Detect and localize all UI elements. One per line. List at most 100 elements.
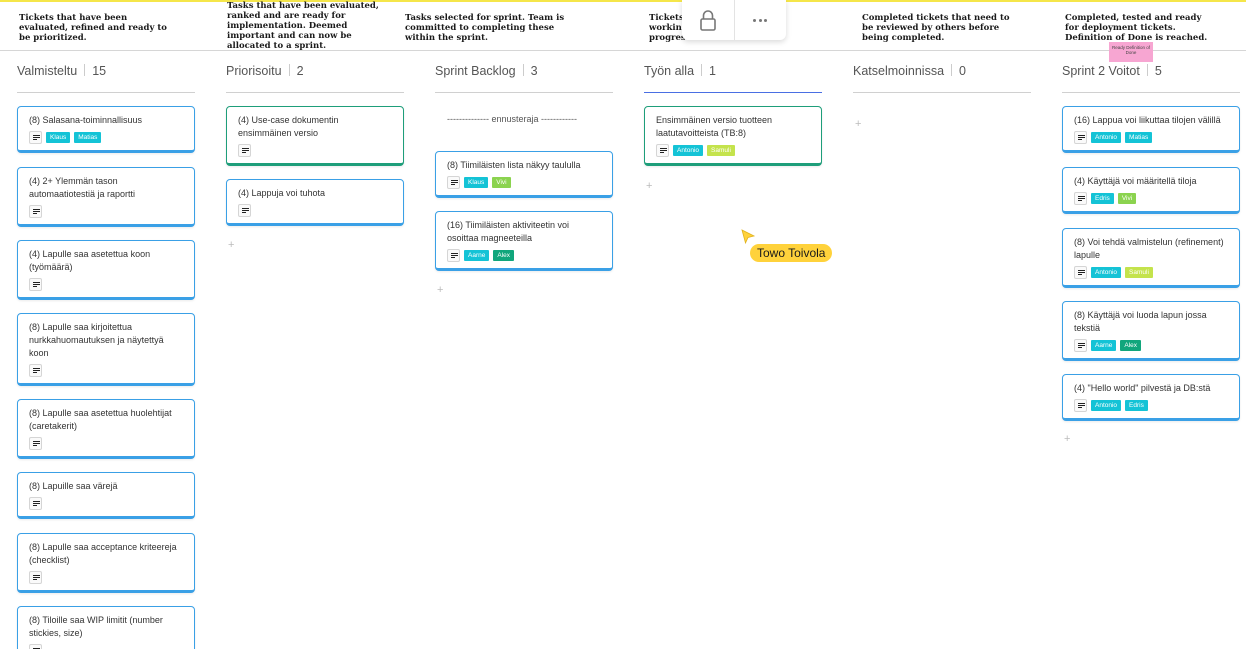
ticket-card[interactable]: (8) Lapulle saa asetettua huolehtijat (c… (17, 399, 195, 459)
ticket-title: (4) Käyttäjä voi määritellä tiloja (1074, 176, 1197, 186)
column-count: 3 (530, 64, 538, 78)
column-header[interactable]: Sprint 2 Voitot 5 (1062, 64, 1162, 78)
ticket-card[interactable]: (4) Käyttäjä voi määritellä tiloja Edris V… (1062, 167, 1240, 214)
notes-icon[interactable] (29, 364, 42, 377)
add-card-button[interactable]: + (855, 118, 861, 130)
lock-icon (699, 10, 716, 31)
notes-icon[interactable] (447, 176, 460, 189)
lock-button[interactable] (682, 0, 734, 40)
assignee-tag[interactable]: Aarne (1091, 340, 1117, 351)
assignee-tag[interactable]: Alex (1120, 340, 1142, 351)
column-header[interactable]: Priorisoitu 2 (226, 64, 304, 78)
ticket-title: (8) Tiimiläisten lista näkyy taululla (447, 160, 581, 170)
assignee-tag[interactable]: Matias (1125, 132, 1153, 143)
assignee-tag[interactable]: Samuli (707, 145, 735, 156)
assignee-tag[interactable]: Vivi (492, 177, 511, 188)
collaborator-cursor-label: Towo Toivola (750, 244, 833, 262)
ticket-card[interactable]: (16) Lappua voi liikuttaa tilojen välill… (1062, 106, 1240, 153)
column-underline (1062, 92, 1240, 93)
notes-icon[interactable] (238, 144, 251, 157)
column-title: Sprint Backlog (435, 64, 516, 78)
assignee-tag[interactable]: Edris (1091, 193, 1114, 204)
ticket-card[interactable]: (4) "Hello world" pilvestä ja DB:stä Anto… (1062, 374, 1240, 421)
sticky-note[interactable]: Ready Definition of Done (1109, 42, 1153, 62)
column-count: 5 (1154, 64, 1162, 78)
notes-icon[interactable] (1074, 192, 1087, 205)
assignee-tag[interactable]: Aarne (464, 250, 490, 261)
column-header[interactable]: Sprint Backlog 3 (435, 64, 538, 78)
ticket-title: (4) Lapulle saa asetettua koon (työmäärä… (29, 249, 151, 272)
notes-icon[interactable] (29, 571, 42, 584)
notes-icon[interactable] (1074, 131, 1087, 144)
description-divider (0, 50, 1246, 51)
ticket-meta (238, 204, 393, 217)
ticket-card[interactable]: (8) Voi tehdä valmistelun (refinement) l… (1062, 228, 1240, 288)
assignee-tag[interactable]: Edris (1125, 400, 1148, 411)
notes-icon[interactable] (656, 144, 669, 157)
add-card-button[interactable]: + (228, 239, 234, 251)
assignee-tag[interactable]: Antonio (1091, 400, 1122, 411)
column-underline (17, 92, 195, 93)
ticket-meta (238, 144, 393, 157)
assignee-tag[interactable]: Klaus (464, 177, 489, 188)
assignee-tag[interactable]: Antonio (673, 145, 704, 156)
ticket-card[interactable]: (4) Lapulle saa asetettua koon (työmäärä… (17, 240, 195, 300)
ticket-card[interactable]: (8) Lapulle saa acceptance kriteereja (c… (17, 533, 195, 593)
notes-icon[interactable] (1074, 266, 1087, 279)
notes-icon[interactable] (29, 131, 42, 144)
assignee-tag[interactable]: Matias (74, 132, 102, 143)
ticket-meta: Antonio Samuli (656, 144, 811, 157)
ticket-card[interactable]: (8) Salasana-toiminnallisuus Klaus Matias (17, 106, 195, 153)
column-header[interactable]: Valmisteltu 15 (17, 64, 106, 78)
ticket-meta (29, 644, 184, 649)
add-card-button[interactable]: + (1064, 433, 1070, 445)
column-header-separator (701, 64, 703, 76)
column-header-separator (288, 64, 290, 76)
ticket-card[interactable]: (8) Käyttäjä voi luoda lapun jossa tekst… (1062, 301, 1240, 361)
column-description: Completed, tested and ready for deployme… (1065, 13, 1208, 43)
column-header[interactable]: Katselmoinnissa 0 (853, 64, 966, 78)
column-title: Valmisteltu (17, 64, 78, 78)
ticket-title: (8) Lapulle saa acceptance kriteereja (c… (29, 542, 177, 565)
notes-icon[interactable] (29, 497, 42, 510)
more-options-button[interactable] (735, 0, 787, 40)
ticket-card[interactable]: (16) Tiimiläisten aktiviteetin voi osoit… (435, 211, 613, 271)
assignee-tag[interactable]: Antonio (1091, 132, 1122, 143)
ticket-title: (8) Voi tehdä valmistelun (refinement) l… (1074, 237, 1224, 260)
ticket-meta: Antonio Matias (1074, 131, 1229, 144)
notes-icon[interactable] (1074, 339, 1087, 352)
assignee-tag[interactable]: Klaus (46, 132, 71, 143)
notes-icon[interactable] (29, 278, 42, 291)
column-count: 1 (709, 64, 716, 78)
assignee-tag[interactable]: Antonio (1091, 267, 1122, 278)
ticket-card[interactable]: (4) Lappuja voi tuhota (226, 179, 404, 226)
add-card-button[interactable]: + (646, 180, 652, 192)
column-header-separator (84, 64, 86, 76)
ticket-card[interactable]: (4) 2+ Ylemmän tason automaatiotestiä ja… (17, 167, 195, 227)
ticket-meta (29, 571, 184, 584)
notes-icon[interactable] (238, 204, 251, 217)
notes-icon[interactable] (29, 644, 42, 649)
notes-icon[interactable] (29, 205, 42, 218)
ticket-meta: Edris Vivi (1074, 192, 1229, 205)
assignee-tag[interactable]: Samuli (1125, 267, 1153, 278)
assignee-tag[interactable]: Alex (493, 250, 515, 261)
ticket-card[interactable]: (8) Lapulle saa kirjoitettua nurkkahuoma… (17, 313, 195, 386)
notes-icon[interactable] (29, 437, 42, 450)
notes-icon[interactable] (447, 249, 460, 262)
ticket-meta: Antonio Edris (1074, 399, 1229, 412)
notes-icon[interactable] (1074, 399, 1087, 412)
assignee-tag[interactable]: Vivi (1117, 193, 1137, 204)
add-card-button[interactable]: + (437, 284, 443, 296)
ticket-meta: Aarne Alex (1074, 339, 1229, 352)
column-header[interactable]: Työn alla 1 (644, 64, 716, 78)
ticket-title: (8) Lapulle saa kirjoitettua nurkkahuoma… (29, 322, 164, 358)
ticket-card[interactable]: Ensimmäinen versio tuotteen laatutavoitt… (644, 106, 822, 166)
ticket-card[interactable]: (8) Tiloille saa WIP limitit (number sti… (17, 606, 195, 649)
column-description: Completed tickets that need to be review… (862, 13, 1010, 43)
cursor-pointer-icon (741, 229, 755, 245)
ticket-card[interactable]: (8) Tiimiläisten lista näkyy taululla Kla… (435, 151, 613, 198)
ticket-card[interactable]: (8) Lapuille saa värejä (17, 472, 195, 519)
ticket-title: (8) Lapuille saa värejä (29, 481, 118, 491)
ticket-card[interactable]: (4) Use-case dokumentin ensimmäinen vers… (226, 106, 404, 166)
